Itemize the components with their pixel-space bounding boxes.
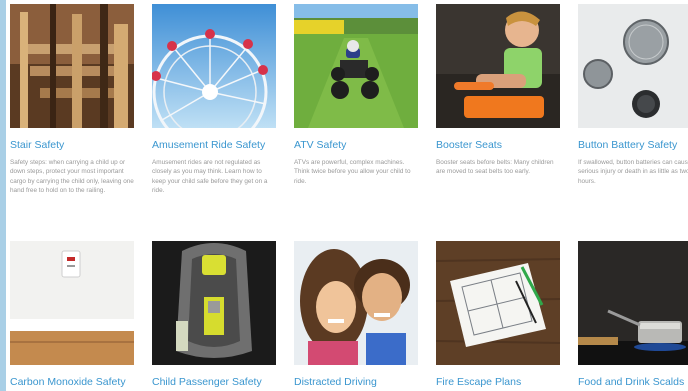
booster-seats-image[interactable] <box>436 4 560 128</box>
distracted-driving-image[interactable] <box>294 241 418 365</box>
card-description: Booster seats before belts: Many childre… <box>436 159 554 176</box>
card-description: If swallowed, button batteries can cause… <box>578 159 688 185</box>
card-food-and-drink-scalds[interactable]: Food and Drink Scalds <box>578 241 688 389</box>
card-title[interactable]: ATV Safety <box>294 139 418 152</box>
card-atv-safety[interactable]: ATV Safety ATVs are powerful, complex ma… <box>294 4 418 186</box>
card-title[interactable]: Amusement Ride Safety <box>152 139 276 152</box>
food-drink-scalds-image[interactable] <box>578 241 688 365</box>
card-carbon-monoxide-safety[interactable]: Carbon Monoxide Safety <box>10 241 134 389</box>
button-battery-image[interactable] <box>578 4 688 128</box>
carbon-monoxide-image[interactable] <box>10 241 134 365</box>
child-passenger-image[interactable] <box>152 241 276 365</box>
card-fire-escape-plans[interactable]: Fire Escape Plans <box>436 241 560 389</box>
card-description: Amusement rides are not regulated as clo… <box>152 159 268 195</box>
card-description: Safety steps: when carrying a child up o… <box>10 159 134 195</box>
stair-safety-image[interactable] <box>10 4 134 128</box>
card-booster-seats[interactable]: Booster Seats Booster seats before belts… <box>436 4 560 177</box>
atv-safety-image[interactable] <box>294 4 418 128</box>
card-title[interactable]: Button Battery Safety <box>578 139 688 152</box>
card-button-battery-safety[interactable]: Button Battery Safety If swallowed, butt… <box>578 4 688 186</box>
card-title[interactable]: Fire Escape Plans <box>436 376 560 389</box>
card-title[interactable]: Carbon Monoxide Safety <box>10 376 134 389</box>
card-stair-safety[interactable]: Stair Safety Safety steps: when carrying… <box>10 4 134 196</box>
card-distracted-driving[interactable]: Distracted Driving <box>294 241 418 389</box>
card-description: ATVs are powerful, complex machines. Thi… <box>294 159 411 185</box>
card-title[interactable]: Stair Safety <box>10 139 134 152</box>
card-child-passenger-safety[interactable]: Child Passenger Safety <box>152 241 276 389</box>
amusement-ride-image[interactable] <box>152 4 276 128</box>
card-title[interactable]: Booster Seats <box>436 139 560 152</box>
fire-escape-image[interactable] <box>436 241 560 365</box>
card-amusement-ride-safety[interactable]: Amusement Ride Safety Amusement rides ar… <box>152 4 276 196</box>
card-title[interactable]: Food and Drink Scalds <box>578 376 688 389</box>
card-title[interactable]: Distracted Driving <box>294 376 418 389</box>
left-accent-strip <box>0 0 6 391</box>
card-title[interactable]: Child Passenger Safety <box>152 376 276 389</box>
